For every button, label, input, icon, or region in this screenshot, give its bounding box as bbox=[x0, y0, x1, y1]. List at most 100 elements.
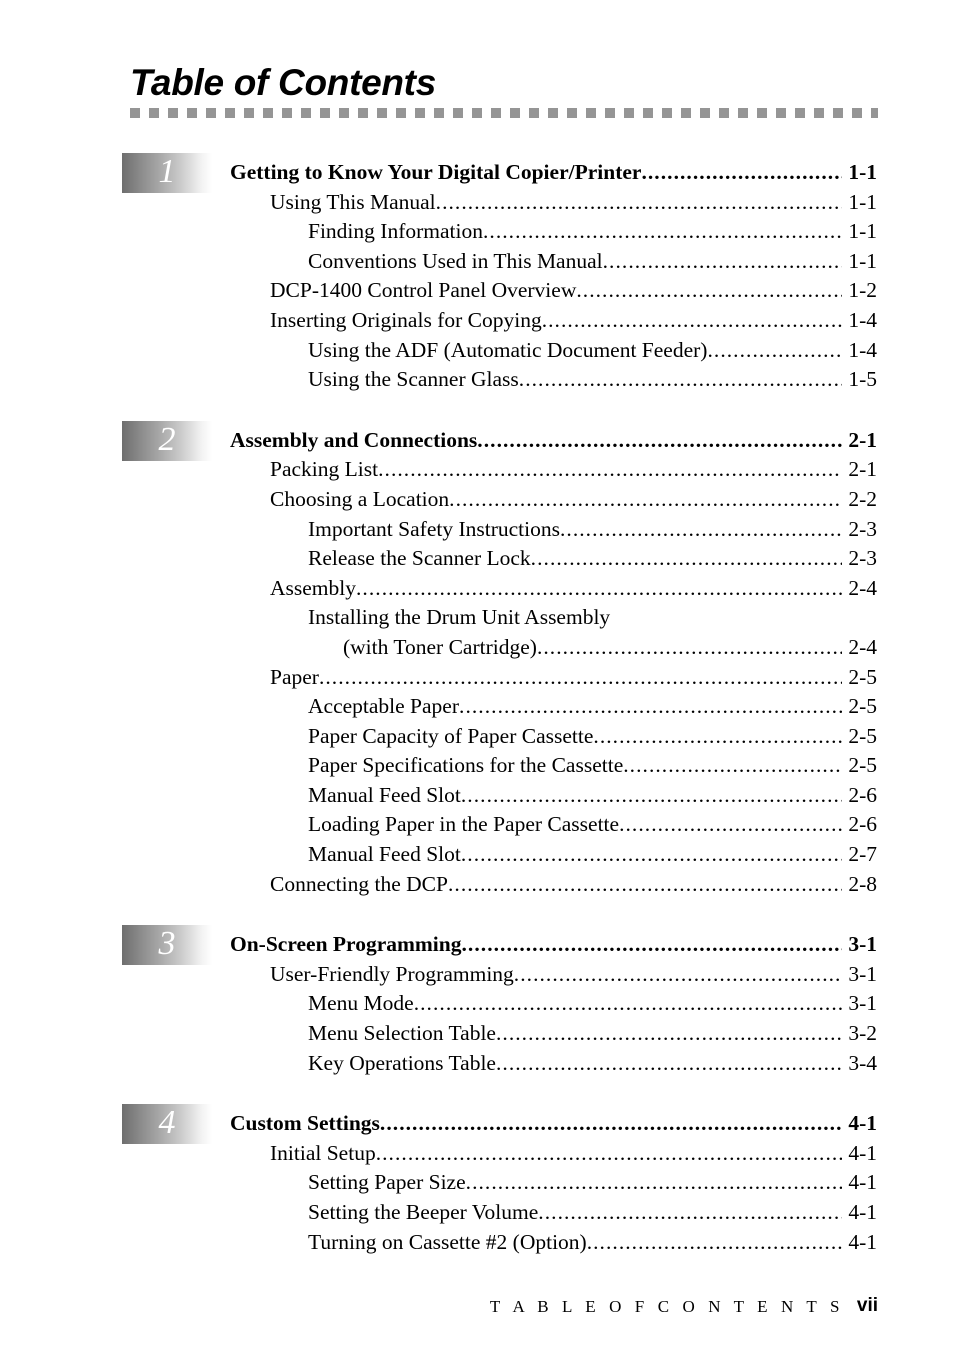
toc-entry-page-number: 1-5 bbox=[848, 367, 877, 392]
toc-chapter-title-row[interactable]: On-Screen Programming ..................… bbox=[0, 930, 954, 960]
dot-leader: ........................................… bbox=[482, 219, 843, 244]
toc-entry-label: User-Friendly Programming bbox=[270, 961, 514, 986]
toc-entry-label: Setting the Beeper Volume bbox=[308, 1200, 539, 1224]
toc-entry-row[interactable]: Installing the Drum Unit Assembly.......… bbox=[0, 603, 954, 633]
dot-leader: ........................................… bbox=[593, 723, 842, 748]
toc-entry-row[interactable]: Menu Mode ..............................… bbox=[0, 989, 954, 1019]
toc-entry-label: Paper bbox=[270, 664, 319, 689]
toc-entry-label: On-Screen Programming bbox=[230, 932, 462, 957]
toc-entry-row[interactable]: Packing List............................… bbox=[0, 455, 954, 485]
toc-entry-row[interactable]: Manual Feed Slot........................… bbox=[0, 840, 954, 870]
toc-entry-row[interactable]: Turning on Cassette #2 (Option).........… bbox=[0, 1228, 954, 1258]
toc-entry-row[interactable]: Key Operations Table....................… bbox=[0, 1049, 954, 1079]
toc-entry-page-number: 2-5 bbox=[848, 753, 877, 778]
toc-entry-page-number: 2-2 bbox=[848, 486, 877, 511]
toc-entry-label: Manual Feed Slot bbox=[308, 782, 461, 807]
dot-leader: ........................................… bbox=[460, 782, 843, 807]
dot-leader: ........................................… bbox=[495, 1021, 843, 1046]
toc-entry-page-number: 4-1 bbox=[848, 1170, 877, 1195]
toc-entry-row[interactable]: Finding Information.....................… bbox=[0, 217, 954, 247]
dot-leader: ........................................… bbox=[356, 575, 842, 600]
dot-leader: ........................................… bbox=[447, 871, 842, 896]
toc-entry-page-number: 2-6 bbox=[848, 812, 877, 837]
toc-entry-row[interactable]: Connecting the DCP......................… bbox=[0, 870, 954, 900]
dot-leader: ........................................… bbox=[459, 694, 843, 719]
toc-entry-page-number: 2-1 bbox=[848, 457, 877, 482]
toc-entry-row[interactable]: DCP-1400 Control Panel Overview.........… bbox=[0, 276, 954, 306]
toc-entry-page-number: 3-4 bbox=[848, 1050, 877, 1075]
toc-chapter: 2 Assembly and Connections...............… bbox=[0, 420, 954, 900]
toc-entry-page-number: 1-1 bbox=[848, 248, 877, 273]
toc-entry-page-number: 1-1 bbox=[848, 189, 877, 214]
dot-leader: ........................................… bbox=[477, 427, 843, 452]
toc-entry-page-number: 2-4 bbox=[848, 575, 877, 600]
toc-entry-page-number: 4-1 bbox=[848, 1111, 877, 1136]
toc-entry-page-number: 2-5 bbox=[848, 664, 877, 689]
dot-leader: ........................................… bbox=[495, 1050, 843, 1075]
toc-entry-row[interactable]: Paper Specifications for the Cassette ..… bbox=[0, 751, 954, 781]
toc-entry-label: Conventions Used in This Manual bbox=[308, 248, 603, 273]
dot-leader: ........................................… bbox=[586, 1229, 843, 1254]
toc-entry-label: Finding Information bbox=[308, 219, 483, 244]
dot-leader: ........................................… bbox=[536, 634, 842, 659]
toc-entry-label: Inserting Originals for Copying bbox=[270, 307, 542, 332]
toc-entry-page-number: 1-4 bbox=[848, 307, 877, 332]
toc-entry-label: Paper Specifications for the Cassette bbox=[308, 753, 624, 778]
dot-leader: ........................................… bbox=[318, 664, 842, 689]
toc-entry-row[interactable]: Manual Feed Slot........................… bbox=[0, 781, 954, 811]
toc-entry-row[interactable]: Inserting Originals for Copying ........… bbox=[0, 306, 954, 336]
toc-entry-row[interactable]: Setting Paper Size .....................… bbox=[0, 1168, 954, 1198]
toc-entry-label: Choosing a Location bbox=[270, 486, 450, 511]
toc-entry-label: DCP-1400 Control Panel Overview bbox=[270, 278, 577, 303]
toc-chapter-title-row[interactable]: Custom Settings.........................… bbox=[0, 1109, 954, 1139]
toc-entry-page-number: 3-1 bbox=[848, 932, 877, 957]
toc-entry-row[interactable]: Acceptable Paper .......................… bbox=[0, 692, 954, 722]
toc-entry-label: (with Toner Cartridge) bbox=[343, 634, 537, 659]
dot-leader: ........................................… bbox=[435, 189, 843, 214]
toc-entry-row[interactable]: (with Toner Cartridge) .................… bbox=[0, 633, 954, 663]
toc-entry-label: Using the ADF (Automatic Document Feeder… bbox=[308, 337, 708, 362]
dot-leader: ........................................… bbox=[461, 932, 843, 957]
toc-entry-label: Assembly and Connections bbox=[230, 427, 478, 452]
toc-entry-label: Connecting the DCP bbox=[270, 871, 448, 896]
toc-entry-row[interactable]: Loading Paper in the Paper Cassette ....… bbox=[0, 810, 954, 840]
toc-entry-page-number: 4-1 bbox=[848, 1200, 877, 1224]
toc-entry-label: Important Safety Instructions bbox=[308, 516, 560, 541]
toc-entry-row[interactable]: Paper...................................… bbox=[0, 663, 954, 693]
dot-leader: ........................................… bbox=[559, 516, 843, 541]
toc-entry-row[interactable]: Paper Capacity of Paper Cassette .......… bbox=[0, 722, 954, 752]
toc-entry-row[interactable]: Choosing a Location.....................… bbox=[0, 485, 954, 515]
toc-entry-page-number: 2-7 bbox=[848, 842, 877, 867]
dot-leader: ........................................… bbox=[413, 991, 843, 1016]
toc-entry-row[interactable]: Using the ADF (Automatic Document Feeder… bbox=[0, 336, 954, 366]
toc-entry-row[interactable]: Using This Manual.......................… bbox=[0, 188, 954, 218]
toc-page: Table of Contents 1 Getting to Know Your … bbox=[0, 0, 954, 1352]
dot-leader: ........................................… bbox=[379, 1111, 843, 1136]
toc-entry-page-number: 1-4 bbox=[848, 337, 877, 362]
toc-entry-label: Using This Manual bbox=[270, 189, 436, 214]
dot-leader: ........................................… bbox=[623, 753, 842, 778]
toc-chapter-title-row[interactable]: Assembly and Connections................… bbox=[0, 426, 954, 456]
toc-entry-label: Paper Capacity of Paper Cassette bbox=[308, 723, 594, 748]
toc-entry-row[interactable]: Initial Setup ..........................… bbox=[0, 1139, 954, 1169]
toc-chapter-title-row[interactable]: Getting to Know Your Digital Copier/Prin… bbox=[0, 158, 954, 188]
toc-entry-label: Key Operations Table bbox=[308, 1050, 496, 1075]
dot-leader: ........................................… bbox=[378, 457, 842, 482]
toc-entry-page-number: 2-6 bbox=[848, 782, 877, 807]
toc-entry-row[interactable]: Menu Selection Table....................… bbox=[0, 1019, 954, 1049]
toc-entry-page-number: 2-8 bbox=[848, 871, 877, 896]
toc-entry-row[interactable]: Release the Scanner Lock................… bbox=[0, 544, 954, 574]
toc-entry-row[interactable]: Setting the Beeper Volume...............… bbox=[0, 1198, 954, 1228]
footer-section-label: T A B L E O F C O N T E N T S bbox=[489, 1297, 844, 1316]
toc-entry-row[interactable]: Conventions Used in This Manual ........… bbox=[0, 247, 954, 277]
toc-entry-label: Manual Feed Slot bbox=[308, 842, 461, 867]
toc-entry-row[interactable]: Important Safety Instructions ..........… bbox=[0, 515, 954, 545]
toc-entry-row[interactable]: Using the Scanner Glass.................… bbox=[0, 365, 954, 395]
toc-entry-page-number: 3-1 bbox=[848, 961, 877, 986]
toc-entry-label: Using the Scanner Glass bbox=[308, 367, 519, 392]
dot-leader: ........................................… bbox=[465, 1170, 843, 1195]
toc-entry-label: Turning on Cassette #2 (Option) bbox=[308, 1229, 587, 1254]
toc-entry-row[interactable]: Assembly................................… bbox=[0, 574, 954, 604]
toc-entry-row[interactable]: User-Friendly Programming ..............… bbox=[0, 960, 954, 990]
toc-entry-page-number: 3-1 bbox=[848, 991, 877, 1016]
